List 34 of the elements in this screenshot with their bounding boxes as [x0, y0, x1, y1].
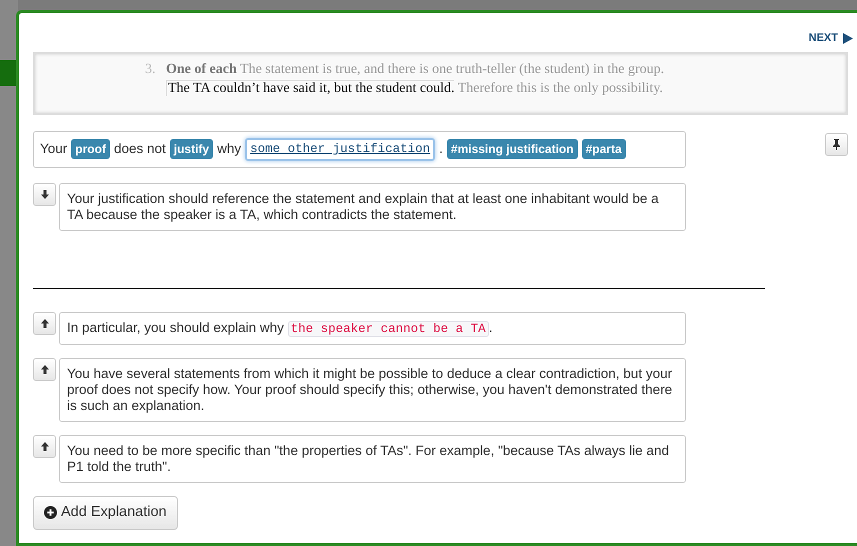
move-button[interactable] [33, 312, 56, 335]
feedback-text: why [217, 140, 242, 158]
justification-field[interactable]: some other justification [245, 138, 436, 161]
tag[interactable]: justify [170, 139, 214, 160]
feedback-text: Your [40, 140, 68, 158]
play-icon [843, 33, 853, 44]
proof-sentence: The TA couldn’t have said it, but the student could. [166, 80, 454, 96]
up-arrow-icon [40, 440, 50, 452]
explanation-text: In particular, you should explain why [67, 320, 284, 335]
pin-button[interactable] [825, 133, 848, 156]
move-button[interactable] [33, 434, 56, 458]
add-explanation-button[interactable]: Add Explanation [33, 496, 178, 530]
move-button[interactable] [33, 182, 56, 206]
explanation-text: You need to be more specific than "the properties of TAs". For example, "because TAs always lie and P1 told the truth". [59, 434, 686, 483]
up-arrow-icon [40, 318, 50, 329]
feedback-text: . [439, 140, 443, 158]
code-snippet: the speaker cannot be a TA [288, 320, 489, 337]
pin-icon [832, 139, 841, 150]
explanation-text: . [488, 320, 492, 335]
plus-circle-icon [44, 506, 57, 520]
tag[interactable]: #parta [582, 139, 626, 160]
explanation-text: Your justification should reference the statement and explain that at least one inhabitant would be a TA because the speaker is a TA, which contradicts the statement. [59, 182, 686, 231]
proof-sentence: The statement is true, and there is one truth-teller (the student) in the group. [240, 62, 664, 77]
up-arrow-icon [40, 364, 50, 375]
item-number: 3. [145, 61, 156, 79]
down-arrow-icon [40, 188, 50, 200]
tag[interactable]: proof [71, 139, 110, 160]
tag[interactable]: #missing justification [446, 139, 578, 160]
move-button[interactable] [33, 358, 56, 381]
item-heading: One of each [166, 62, 237, 77]
next-link[interactable]: NEXT [808, 30, 853, 47]
explanation-text: You have several statements from which it might be possible to deduce a clear contradiction, but your proof does not specify how. Your proof should specify this; otherwise, you haven't demonstrated there is such an explanation. [59, 358, 686, 422]
proof-sentence: Therefore this is the only possibility. [458, 81, 663, 96]
feedback-text: does not [114, 140, 166, 158]
